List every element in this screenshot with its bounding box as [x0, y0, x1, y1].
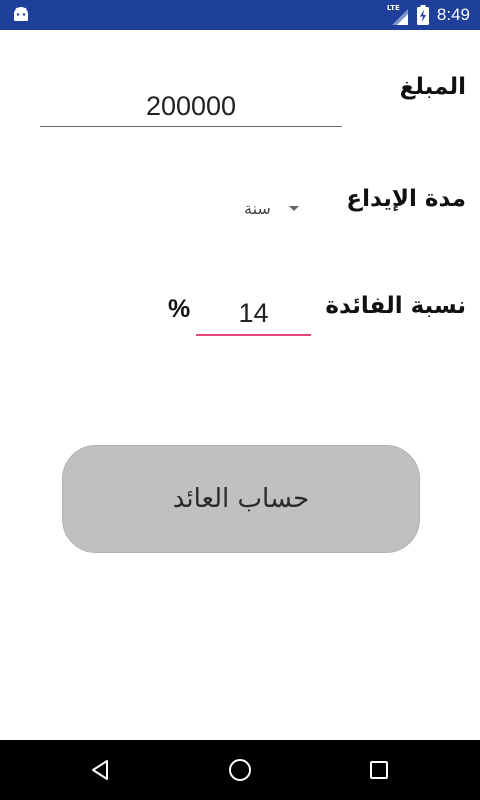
dropdown-arrow-icon	[288, 205, 299, 211]
duration-selected-value: سنة	[244, 198, 271, 218]
back-icon	[92, 760, 108, 780]
status-icons: LTE 8:49	[387, 0, 470, 30]
lte-signal-icon: LTE	[387, 4, 409, 25]
interest-rate-input[interactable]	[196, 292, 311, 336]
amount-input[interactable]	[40, 86, 342, 127]
navigation-bar	[0, 740, 480, 800]
duration-label: مدة الإيداع	[346, 186, 466, 212]
percent-sign: %	[168, 295, 191, 323]
calculate-return-button[interactable]: حساب العائد	[62, 445, 420, 553]
back-button[interactable]	[84, 754, 116, 786]
battery-charging-icon	[416, 5, 429, 25]
status-time: 8:49	[436, 5, 470, 24]
recents-icon	[370, 761, 388, 779]
app-screen: LTE 8:49 المبلغ مدة الإيداع سنة نسبة الف…	[0, 0, 480, 800]
calculate-return-button-label: حساب العائد	[172, 484, 310, 514]
home-button[interactable]	[224, 754, 256, 786]
recents-button[interactable]	[363, 754, 395, 786]
interest-rate-label: نسبة الفائدة	[325, 293, 466, 319]
home-icon	[229, 759, 251, 781]
android-icon	[14, 7, 28, 21]
status-bar: LTE 8:49	[0, 0, 480, 30]
amount-label: المبلغ	[399, 74, 466, 100]
duration-spinner[interactable]: سنة	[238, 194, 318, 222]
